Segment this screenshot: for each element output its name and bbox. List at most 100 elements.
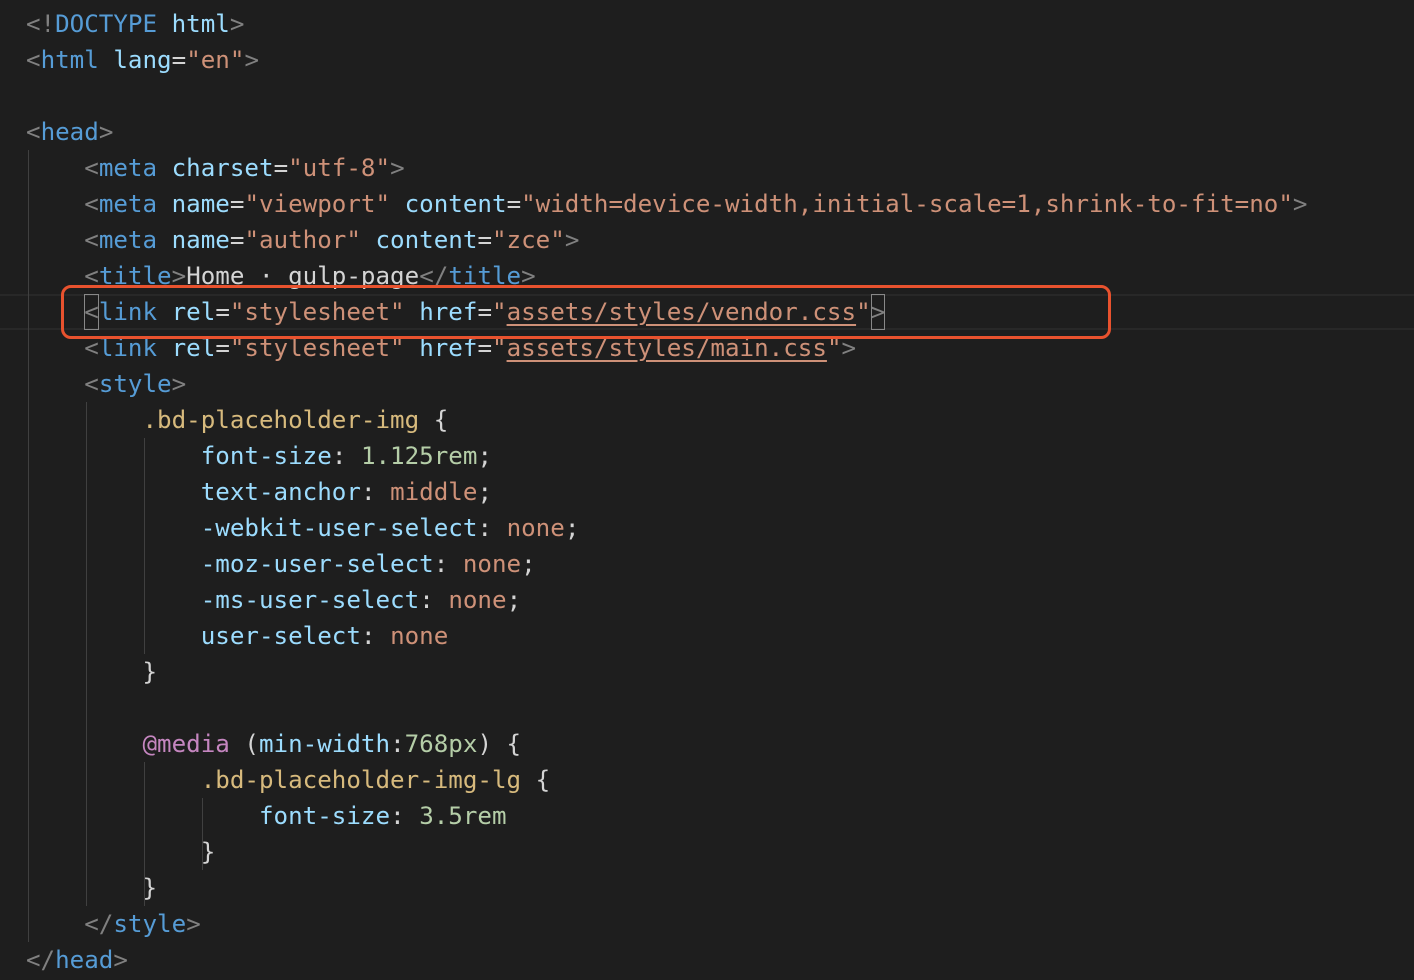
code-token: > xyxy=(244,46,259,74)
code-line[interactable]: <head> xyxy=(0,114,1414,150)
code-token: ; xyxy=(477,442,492,470)
code-line[interactable]: </head> xyxy=(0,942,1414,978)
code-token: content xyxy=(404,190,507,218)
code-token: </ xyxy=(84,910,114,938)
code-token: > xyxy=(113,946,128,974)
code-token: : xyxy=(433,550,463,578)
code-token: <! xyxy=(26,10,56,38)
code-token: text-anchor xyxy=(200,478,361,506)
code-token: style xyxy=(113,910,187,938)
code-token: -ms-user-select xyxy=(200,586,420,614)
code-token: font-size xyxy=(200,442,332,470)
code-token: name xyxy=(171,226,230,254)
code-token: name xyxy=(171,190,230,218)
code-line[interactable]: @media (min-width:768px) { xyxy=(0,726,1414,762)
code-line[interactable]: <!DOCTYPE html> xyxy=(0,6,1414,42)
code-token: @media xyxy=(142,730,230,758)
code-line[interactable]: } xyxy=(0,654,1414,690)
code-token: head xyxy=(55,946,114,974)
code-token: } xyxy=(142,658,158,686)
code-token: min-width xyxy=(259,730,391,758)
code-token: = xyxy=(229,190,245,218)
code-token: ; xyxy=(477,478,492,506)
code-line[interactable] xyxy=(0,690,1414,726)
code-line[interactable]: .bd-placeholder-img-lg { xyxy=(0,762,1414,798)
code-token: -webkit-user-select xyxy=(200,514,478,542)
code-line[interactable]: font-size: 3.5rem xyxy=(0,798,1414,834)
code-token: > xyxy=(186,910,201,938)
code-token: < xyxy=(26,118,41,146)
code-token: } xyxy=(142,874,158,902)
code-token: style xyxy=(98,370,172,398)
code-token: meta xyxy=(98,190,158,218)
code-line[interactable]: <meta name="author" content="zce"> xyxy=(0,222,1414,258)
code-token: "en" xyxy=(186,46,245,74)
code-token: < xyxy=(84,190,99,218)
code-line[interactable]: text-anchor: middle; xyxy=(0,474,1414,510)
code-token: content xyxy=(375,226,478,254)
code-token: ; xyxy=(564,514,580,542)
code-line[interactable]: <meta charset="utf-8"> xyxy=(0,150,1414,186)
code-token: ; xyxy=(521,550,536,578)
code-token: "zce" xyxy=(492,226,565,254)
code-token: : xyxy=(390,802,420,830)
code-line[interactable]: </style> xyxy=(0,906,1414,942)
code-line[interactable]: <meta name="viewport" content="width=dev… xyxy=(0,186,1414,222)
code-token: </ xyxy=(26,946,56,974)
code-token: "width=device-width,initial-scale=1,shri… xyxy=(521,190,1293,218)
code-token: { xyxy=(419,406,449,434)
code-token: > xyxy=(171,370,187,398)
code-token: .bd-placeholder-img xyxy=(142,406,420,434)
code-token: = xyxy=(273,154,289,182)
code-token: < xyxy=(84,370,99,398)
code-token: meta xyxy=(98,154,158,182)
code-token: none xyxy=(390,622,449,650)
code-line[interactable] xyxy=(0,78,1414,114)
code-token: none xyxy=(448,586,507,614)
code-token: > xyxy=(1292,190,1308,218)
code-token: ) { xyxy=(477,730,522,758)
code-token: "utf-8" xyxy=(288,154,391,182)
code-line[interactable]: user-select: none xyxy=(0,618,1414,654)
code-line[interactable]: } xyxy=(0,870,1414,906)
code-token: = xyxy=(171,46,187,74)
code-line[interactable]: -ms-user-select: none; xyxy=(0,582,1414,618)
code-token: > xyxy=(390,154,405,182)
code-token: user-select xyxy=(200,622,361,650)
code-token: -moz-user-select xyxy=(200,550,434,578)
code-token: > xyxy=(98,118,114,146)
code-line[interactable]: <style> xyxy=(0,366,1414,402)
code-line[interactable]: .bd-placeholder-img { xyxy=(0,402,1414,438)
code-token: : xyxy=(419,586,449,614)
code-line[interactable]: } xyxy=(0,834,1414,870)
code-token: : xyxy=(390,730,405,758)
code-editor[interactable]: <!DOCTYPE html> <html lang="en"> <head> <m… xyxy=(0,0,1414,980)
code-line[interactable]: font-size: 1.125rem; xyxy=(0,438,1414,474)
code-line[interactable]: <html lang="en"> xyxy=(0,42,1414,78)
code-token: : xyxy=(360,478,391,506)
code-line[interactable]: -webkit-user-select: none; xyxy=(0,510,1414,546)
code-token: 3.5rem xyxy=(419,802,507,830)
code-token: middle xyxy=(390,478,478,506)
code-line[interactable]: -moz-user-select: none; xyxy=(0,546,1414,582)
code-token: head xyxy=(40,118,99,146)
code-token: .bd-placeholder-img-lg xyxy=(200,766,522,794)
code-token: html xyxy=(171,10,230,38)
